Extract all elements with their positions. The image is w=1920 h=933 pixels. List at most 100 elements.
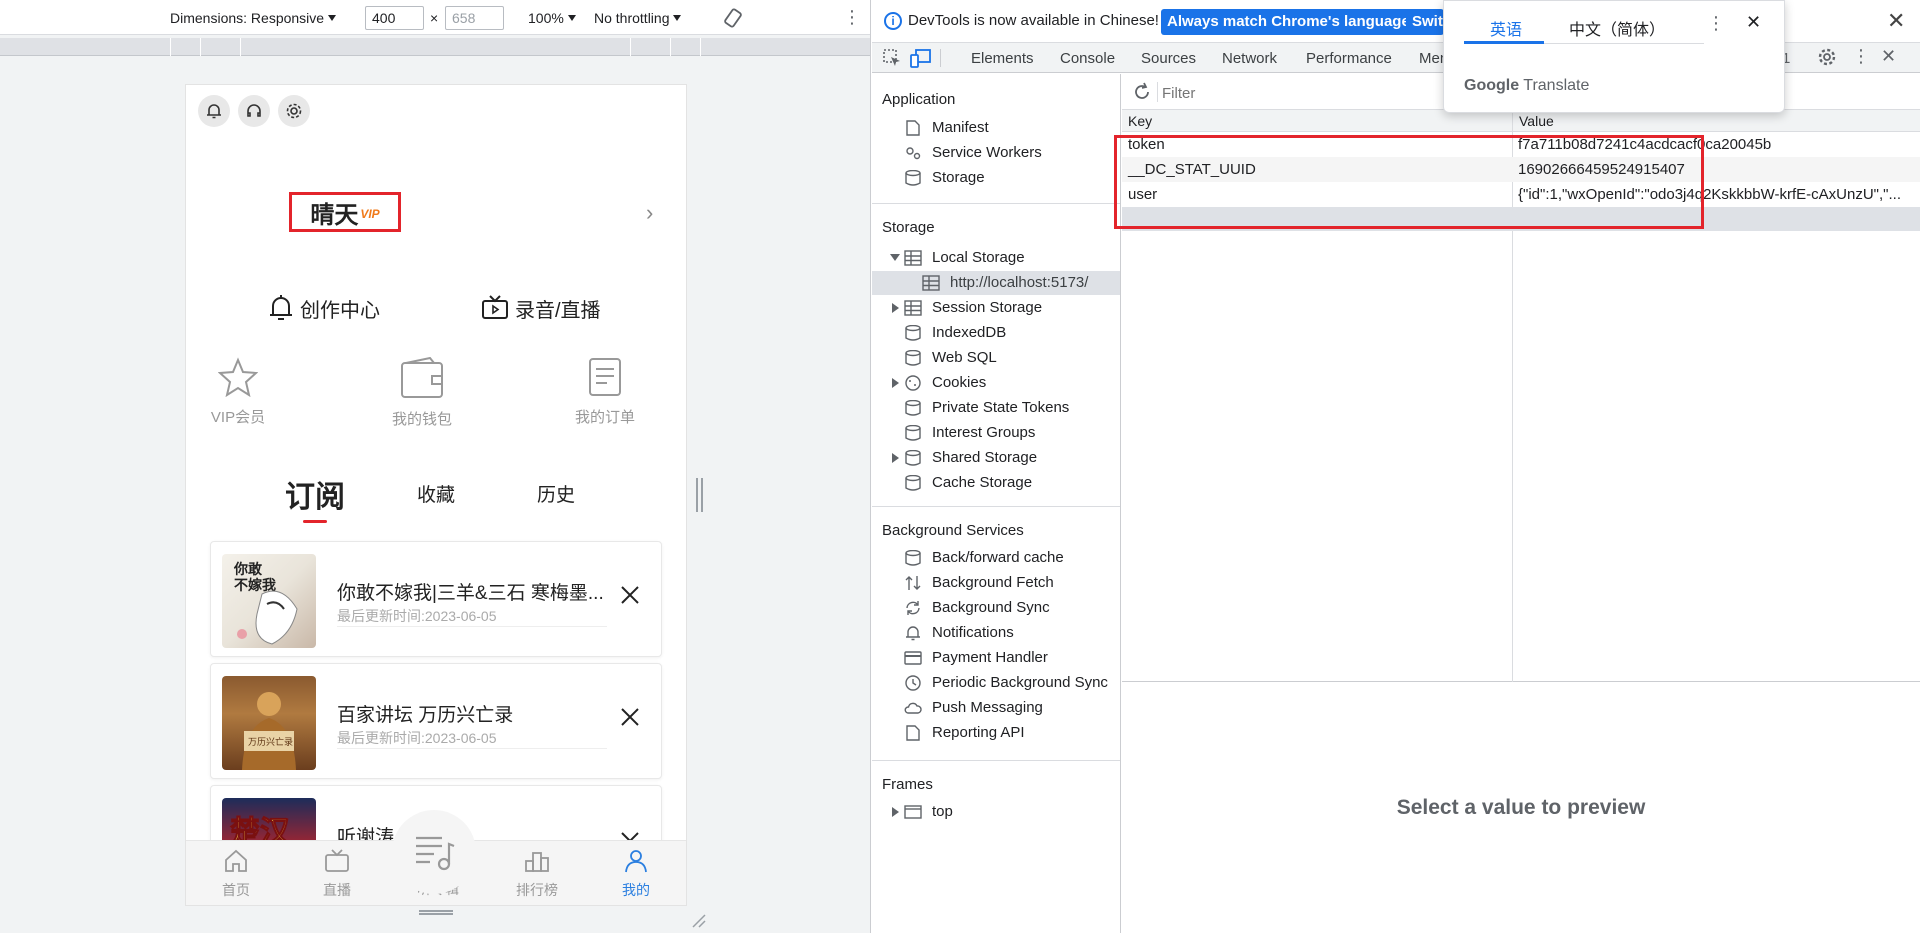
tab-history[interactable]: 历史 [537, 480, 575, 507]
headset-icon[interactable] [238, 95, 270, 127]
ranking-icon [525, 852, 549, 872]
zoom-dropdown[interactable]: 100% [528, 0, 576, 35]
tab-subscribe[interactable]: 订阅 [285, 472, 345, 516]
sidebar-item-service-workers[interactable]: Service Workers [932, 144, 1042, 161]
expand-caret[interactable] [892, 378, 899, 388]
times-label: × [430, 9, 439, 26]
tab-sources[interactable]: Sources [1141, 50, 1196, 67]
tab-favorites[interactable]: 收藏 [417, 480, 455, 507]
sidebar-item-cache-storage[interactable]: Cache Storage [932, 474, 1032, 491]
record-live-button[interactable]: 录音/直播 [481, 288, 601, 328]
close-icon[interactable]: ✕ [1746, 12, 1761, 33]
chevron-right-icon[interactable]: › [646, 200, 653, 226]
width-resize-handle[interactable] [696, 478, 703, 512]
section-title-application: Application [882, 91, 956, 108]
wallet-icon [401, 356, 443, 398]
height-input[interactable] [445, 5, 504, 30]
tab-memory[interactable]: Memory [1419, 50, 1443, 67]
sidebar-item-frame-top[interactable]: top [932, 803, 953, 820]
settings-icon[interactable] [278, 95, 310, 127]
nav-ranking[interactable]: 排行榜 [497, 849, 577, 900]
inspect-element-icon[interactable] [882, 48, 902, 72]
more-options-icon[interactable]: ⋮ [1707, 13, 1725, 34]
sidebar-item-session-storage[interactable]: Session Storage [932, 299, 1042, 316]
sidebar-item-storage[interactable]: Storage [932, 169, 985, 186]
sidebar-item-web-sql[interactable]: Web SQL [932, 349, 997, 366]
creation-center-button[interactable]: 创作中心 [268, 288, 380, 328]
corner-resize-icon[interactable] [690, 912, 706, 931]
always-match-language-button[interactable]: Always match Chrome's language [1161, 9, 1416, 35]
throttling-dropdown[interactable]: No throttling [594, 0, 682, 35]
expand-caret[interactable] [892, 303, 899, 313]
sidebar-item-payment-handler[interactable]: Payment Handler [932, 649, 1048, 666]
mini-link-label: 我的钱包 [391, 411, 452, 428]
sidebar-item-periodic-background-sync[interactable]: Periodic Background Sync [932, 674, 1108, 691]
nav-home[interactable]: 首页 [196, 849, 276, 900]
close-icon[interactable]: ✕ [1887, 8, 1905, 34]
wallet-link[interactable]: 我的钱包 [377, 356, 467, 429]
translate-lang-english[interactable]: 英语 [1490, 16, 1522, 40]
document-icon [589, 358, 621, 396]
expand-caret[interactable] [890, 254, 900, 261]
sidebar-item-shared-storage[interactable]: Shared Storage [932, 449, 1037, 466]
switch-to-chinese-button[interactable]: Switch DevTools to Chinese [1406, 9, 1444, 35]
red-highlight-box [1114, 135, 1704, 229]
google-translate-logo: Google Translate [1464, 77, 1589, 95]
section-title-background-services: Background Services [882, 522, 1024, 539]
list-item[interactable]: 你敢 不嫁我 你敢不嫁我|三羊&三石 寒梅墨... 最后更新时间:2023-06-… [210, 541, 662, 657]
gear-icon[interactable] [1817, 47, 1837, 71]
bell-icon[interactable] [198, 95, 230, 127]
sidebar-item-bfcache[interactable]: Back/forward cache [932, 549, 1064, 566]
translate-popup: 英语 中文（简体） ⋮ ✕ Google Translate [1443, 0, 1785, 113]
vip-member-link[interactable]: VIP会员 [193, 357, 283, 427]
more-options-icon[interactable]: ⋮ [1852, 46, 1870, 67]
orders-link[interactable]: 我的订单 [560, 357, 650, 427]
tab-performance[interactable]: Performance [1306, 50, 1392, 67]
dimensions-dropdown[interactable]: Dimensions: Responsive [170, 0, 337, 35]
sidebar-item-reporting-api[interactable]: Reporting API [932, 724, 1025, 741]
profile-name-box[interactable]: 晴天 VIP [289, 192, 401, 232]
tab-elements[interactable]: Elements [971, 50, 1034, 67]
sidebar-item-local-storage[interactable]: Local Storage [932, 249, 1025, 266]
close-icon[interactable] [619, 706, 641, 731]
height-resize-handle[interactable] [419, 910, 453, 915]
expand-caret[interactable] [892, 807, 899, 817]
nav-mine[interactable]: 我的 [596, 849, 676, 900]
origin-label: http://localhost:5173/ [950, 274, 1089, 291]
close-icon[interactable] [619, 584, 641, 609]
sidebar-item-manifest[interactable]: Manifest [932, 119, 989, 136]
info-icon: i [884, 12, 902, 30]
sidebar-item-notifications[interactable]: Notifications [932, 624, 1014, 641]
translate-lang-chinese[interactable]: 中文（简体） [1569, 16, 1665, 40]
sidebar-item-interest-groups[interactable]: Interest Groups [932, 424, 1035, 441]
sidebar-item-local-origin[interactable]: http://localhost:5173/ [872, 271, 1120, 295]
more-options-icon[interactable]: ⋮ [843, 0, 861, 35]
close-devtools-icon[interactable]: ✕ [1881, 46, 1896, 67]
database-icon [905, 550, 921, 566]
album-title: 百家讲坛 万历兴亡录 [337, 705, 514, 726]
home-icon [225, 849, 247, 872]
album-updated: 最后更新时间:2023-06-05 [337, 730, 497, 746]
sidebar-item-indexeddb[interactable]: IndexedDB [932, 324, 1006, 341]
expand-caret[interactable] [892, 453, 899, 463]
album-float-button[interactable] [392, 810, 476, 894]
refresh-icon[interactable] [1132, 82, 1152, 105]
column-header-value[interactable]: Value [1513, 110, 1920, 132]
clock-icon [905, 675, 921, 691]
list-item[interactable]: 万历兴亡录 百家讲坛 万历兴亡录 最后更新时间:2023-06-05 [210, 663, 662, 779]
nav-live[interactable]: 直播 [297, 849, 377, 900]
sidebar-item-background-sync[interactable]: Background Sync [932, 599, 1050, 616]
tab-network[interactable]: Network [1222, 50, 1277, 67]
value-preview: Select a value to preview [1396, 795, 1646, 819]
width-input[interactable] [365, 5, 424, 30]
device-toggle-icon[interactable] [910, 48, 932, 72]
tab-console[interactable]: Console [1060, 50, 1115, 67]
sidebar-item-background-fetch[interactable]: Background Fetch [932, 574, 1054, 591]
user-icon [625, 850, 647, 873]
filter-input[interactable] [1162, 82, 1462, 104]
sidebar-item-cookies[interactable]: Cookies [932, 374, 986, 391]
sidebar-item-push-messaging[interactable]: Push Messaging [932, 699, 1043, 716]
column-header-key[interactable]: Key [1122, 110, 1512, 132]
rotate-icon[interactable] [722, 0, 744, 35]
sidebar-item-private-state-tokens[interactable]: Private State Tokens [932, 399, 1069, 416]
